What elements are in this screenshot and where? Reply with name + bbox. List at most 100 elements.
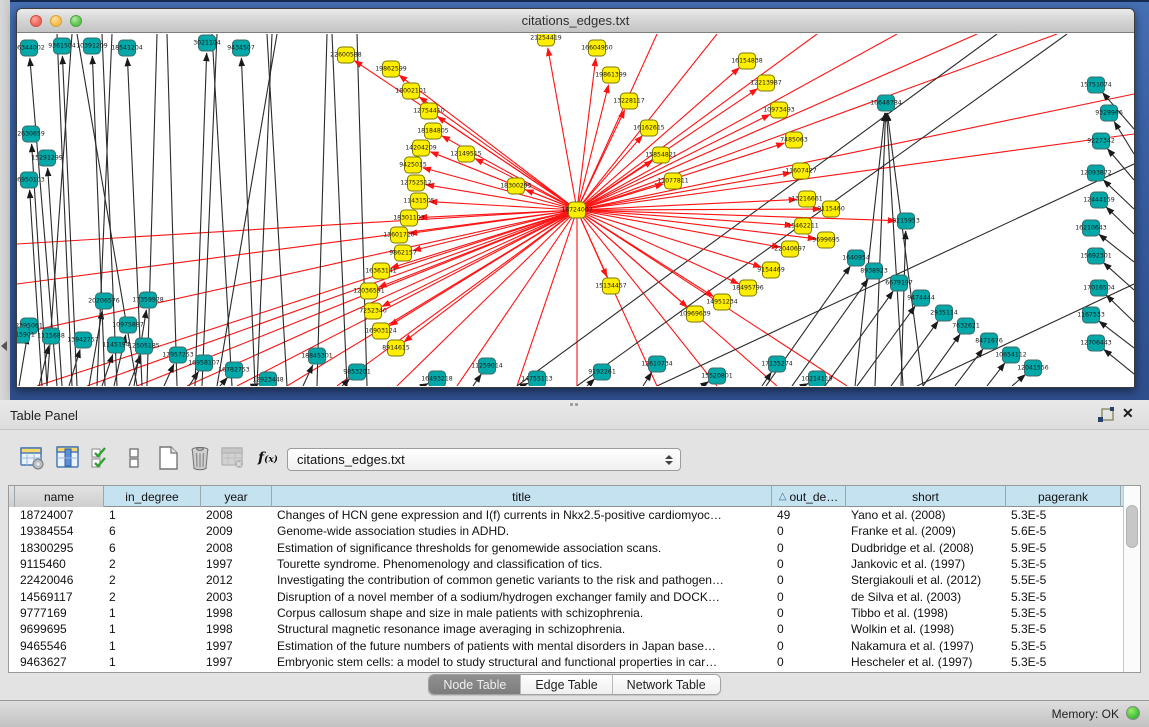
table-row[interactable]: 1456911722003Disruption of a novel membe… [15,588,1129,604]
table-row[interactable]: 2242004622012Investigating the contribut… [15,572,1129,588]
table-cell[interactable]: de Silva et al. (2003) [846,590,1006,604]
table-cell[interactable]: Structural magnetic resonance image aver… [272,622,772,636]
table-scrollbar[interactable] [1123,486,1140,672]
table-cell[interactable]: 0 [772,590,846,604]
table-cell[interactable]: 18300295 [15,541,104,555]
table-cell[interactable]: Tourette syndrome. Phenomenology and cla… [272,557,772,571]
table-cell[interactable]: 6 [104,541,201,555]
table-cell[interactable]: 1 [104,639,201,653]
table-cell[interactable]: 5.5E-5 [1006,573,1121,587]
zoom-window-icon[interactable] [70,15,82,27]
new-table-button[interactable] [154,444,182,472]
table-cell[interactable]: 1 [104,622,201,636]
table-cell[interactable]: 5.3E-5 [1006,590,1121,604]
table-cell[interactable]: 5.3E-5 [1006,622,1121,636]
table-cell[interactable]: 1997 [201,639,272,653]
minimize-window-icon[interactable] [50,15,62,27]
table-cell[interactable]: 0 [772,622,846,636]
table-cell[interactable]: 6 [104,524,201,538]
table-cell[interactable]: 5.3E-5 [1006,606,1121,620]
table-cell[interactable]: Nakamura et al. (1997) [846,639,1006,653]
column-header-indegree[interactable]: in_degree [104,486,201,507]
table-cell[interactable]: 0 [772,639,846,653]
table-cell[interactable]: Yano et al. (2008) [846,508,1006,522]
table-cell[interactable]: 5.3E-5 [1006,557,1121,571]
table-cell[interactable]: Investigating the contribution of common… [272,573,772,587]
row-height-button[interactable] [120,444,148,472]
table-cell[interactable]: 2 [104,590,201,604]
delete-table-button[interactable] [186,444,214,472]
table-cell[interactable]: 5.3E-5 [1006,639,1121,653]
select-columns-button[interactable] [88,444,116,472]
table-cell[interactable]: Disruption of a novel member of a sodium… [272,590,772,604]
left-splitter-strip[interactable] [0,0,10,400]
table-cell[interactable]: Franke et al. (2009) [846,524,1006,538]
table-row[interactable]: 911546021997Tourette syndrome. Phenomeno… [15,556,1129,572]
table-row[interactable]: 969969511998Structural magnetic resonanc… [15,621,1129,637]
splitter-grip[interactable] [570,403,579,407]
tab-node-table[interactable]: Node Table [429,675,521,694]
table-cell[interactable]: 0 [772,655,846,669]
table-cell[interactable]: 9699695 [15,622,104,636]
network-canvas[interactable]: 1872400718300295226005881986259918002101… [17,34,1134,386]
table-cell[interactable]: 0 [772,606,846,620]
table-cell[interactable]: 0 [772,557,846,571]
network-window-titlebar[interactable]: citations_edges.txt [17,9,1134,33]
table-cell[interactable]: Dudbridge et al. (2008) [846,541,1006,555]
table-cell[interactable]: 5.3E-5 [1006,508,1121,522]
table-cell[interactable]: Estimation of significance thresholds fo… [272,541,772,555]
column-header-title[interactable]: title [272,486,772,507]
table-row[interactable]: 977716911998Corpus callosum shape and si… [15,605,1129,621]
table-cell[interactable]: 9777169 [15,606,104,620]
table-row[interactable]: 946362711997Embryonic stem cells: a mode… [15,654,1129,670]
tab-network-table[interactable]: Network Table [613,675,720,694]
table-cell[interactable]: 0 [772,573,846,587]
table-cell[interactable]: 2012 [201,573,272,587]
column-header-short[interactable]: short [846,486,1006,507]
function-builder-button[interactable]: f(x) [254,444,282,472]
table-cell[interactable]: Tibbo et al. (1998) [846,606,1006,620]
table-cell[interactable]: Hescheler et al. (1997) [846,655,1006,669]
table-cell[interactable]: Estimation of the future numbers of pati… [272,639,772,653]
tab-edge-table[interactable]: Edge Table [521,675,612,694]
table-cell[interactable]: 5.9E-5 [1006,541,1121,555]
table-cell[interactable]: 19384554 [15,524,104,538]
table-cell[interactable]: Changes of HCN gene expression and I(f) … [272,508,772,522]
table-cell[interactable]: 2009 [201,524,272,538]
table-cell[interactable]: 5.6E-5 [1006,524,1121,538]
table-row[interactable]: 1938455462009Genome-wide association stu… [15,523,1129,539]
table-cell[interactable]: 5.3E-5 [1006,655,1121,669]
table-cell[interactable]: 2008 [201,508,272,522]
collapse-panel-icon[interactable] [1,341,7,351]
network-window[interactable]: citations_edges.txt 18724007183002952260… [16,8,1135,388]
close-window-icon[interactable] [30,15,42,27]
table-cell[interactable]: 2 [104,557,201,571]
table-cell[interactable]: 1 [104,508,201,522]
table-row[interactable]: 1872400712008Changes of HCN gene express… [15,507,1129,523]
table-cell[interactable]: 1997 [201,557,272,571]
table-cell[interactable]: 22420046 [15,573,104,587]
table-row[interactable]: 1830029562008Estimation of significance … [15,540,1129,556]
table-cell[interactable]: Wolkin et al. (1998) [846,622,1006,636]
close-panel-icon[interactable]: ✕ [1122,405,1134,422]
table-cell[interactable]: 1997 [201,655,272,669]
table-selector-dropdown[interactable]: citations_edges.txt [287,448,681,471]
table-cell[interactable]: Genome-wide association studies in ADHD. [272,524,772,538]
table-cell[interactable]: 2 [104,573,201,587]
table-cell[interactable]: 9463627 [15,655,104,669]
table-cell[interactable]: Stergiakouli et al. (2012) [846,573,1006,587]
table-cell[interactable]: 9115460 [15,557,104,571]
table-options-button[interactable] [18,444,46,472]
column-header-pagerank[interactable]: pagerank [1006,486,1121,507]
table-cell[interactable]: 18724007 [15,508,104,522]
table-cell[interactable]: 49 [772,508,846,522]
table-cell[interactable]: 0 [772,541,846,555]
table-cell[interactable]: Jankovic et al. (1997) [846,557,1006,571]
table-row[interactable]: 946554611997Estimation of the future num… [15,637,1129,653]
table-cell[interactable]: Embryonic stem cells: a model to study s… [272,655,772,669]
table-cell[interactable]: 14569117 [15,590,104,604]
float-panel-icon[interactable] [1097,407,1115,423]
column-header-year[interactable]: year [201,486,272,507]
table-cell[interactable]: Corpus callosum shape and size in male p… [272,606,772,620]
table-cell[interactable]: 1998 [201,622,272,636]
